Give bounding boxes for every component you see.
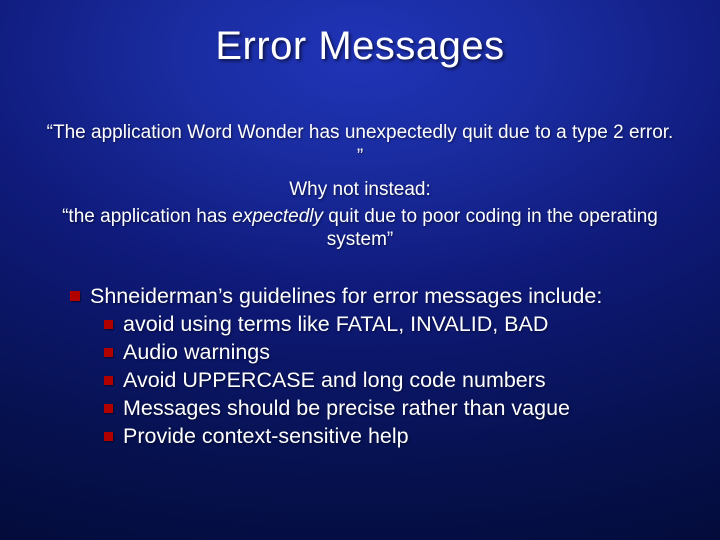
quote2-post: quit due to poor coding in the operating… [323, 206, 658, 251]
bullet-sub-text: Audio warnings [123, 339, 270, 367]
bullet-main: Shneiderman’s guidelines for error messa… [70, 282, 684, 311]
bullet-sub: Provide context-sensitive help [104, 423, 684, 451]
quote-unexpected: “The application Word Wonder has unexpec… [36, 121, 684, 169]
quote2-pre: “the application has [62, 206, 232, 227]
why-not-instead: Why not instead: [36, 179, 684, 201]
square-bullet-icon [104, 348, 113, 357]
bullet-sub-text: avoid using terms like FATAL, INVALID, B… [123, 311, 548, 339]
bullet-sub: Audio warnings [104, 339, 684, 367]
square-bullet-icon [104, 376, 113, 385]
bullet-sub-text: Avoid UPPERCASE and long code numbers [123, 367, 546, 395]
bullet-content: Shneiderman’s guidelines for error messa… [70, 282, 684, 451]
bullet-sub: Avoid UPPERCASE and long code numbers [104, 367, 684, 395]
square-bullet-icon [104, 432, 113, 441]
quote-expected: “the application has expectedly quit due… [36, 205, 684, 253]
square-bullet-icon [70, 291, 80, 301]
bullet-main-text: Shneiderman’s guidelines for error messa… [90, 282, 602, 311]
slide: Error Messages “The application Word Won… [0, 0, 720, 540]
quote2-emphasis: expectedly [232, 206, 323, 227]
slide-title: Error Messages [36, 24, 684, 69]
square-bullet-icon [104, 404, 113, 413]
bullet-sub: Messages should be precise rather than v… [104, 395, 684, 423]
bullet-sub-text: Provide context-sensitive help [123, 423, 409, 451]
bullet-sub-text: Messages should be precise rather than v… [123, 395, 570, 423]
bullet-sub: avoid using terms like FATAL, INVALID, B… [104, 311, 684, 339]
square-bullet-icon [104, 320, 113, 329]
